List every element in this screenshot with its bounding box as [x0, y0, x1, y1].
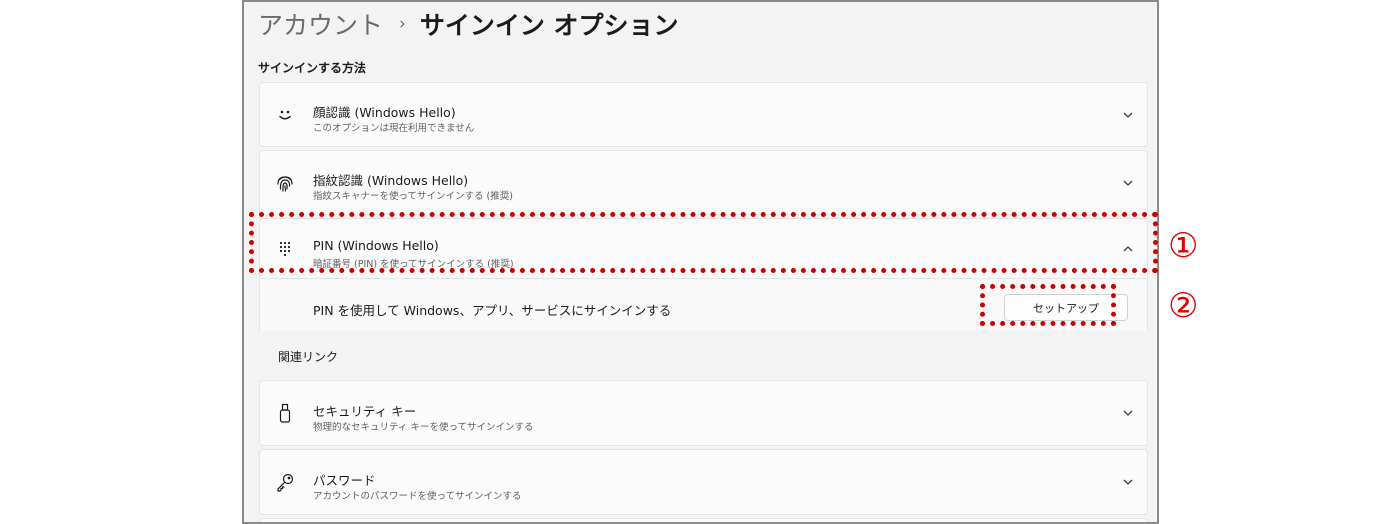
- option-pin[interactable]: PIN (Windows Hello) 暗証番号 (PIN) を使ってサインイン…: [259, 218, 1148, 279]
- option-subtitle: 物理的なセキュリティ キーを使ってサインインする: [313, 422, 534, 433]
- option-subtitle: アカウントのパスワードを使ってサインインする: [313, 491, 522, 502]
- keypad-icon: [274, 238, 296, 260]
- option-fingerprint[interactable]: 指紋認識 (Windows Hello) 指紋スキャナーを使ってサインインする …: [259, 150, 1148, 215]
- fingerprint-icon: [274, 172, 296, 194]
- breadcrumb-parent-link[interactable]: アカウント: [258, 6, 383, 42]
- option-title: セキュリティ キー: [313, 404, 417, 419]
- face-icon: [274, 104, 296, 126]
- option-security-key[interactable]: セキュリティ キー 物理的なセキュリティ キーを使ってサインインする: [259, 380, 1148, 446]
- setup-button[interactable]: セットアップ: [1004, 294, 1128, 321]
- section-heading: サインインする方法: [258, 61, 367, 75]
- option-title: 顔認識 (Windows Hello): [313, 105, 456, 120]
- pin-expanded-panel: PIN を使用して Windows、アプリ、サービスにサインインする セットアッ…: [259, 279, 1148, 331]
- breadcrumb: アカウント › サインイン オプション: [258, 6, 679, 42]
- chevron-down-icon[interactable]: [1121, 475, 1135, 489]
- option-partial: [259, 518, 1148, 522]
- page-title: サインイン オプション: [419, 11, 679, 40]
- chevron-down-icon[interactable]: [1121, 108, 1135, 122]
- breadcrumb-separator: ›: [399, 14, 406, 34]
- usb-key-icon: [274, 402, 296, 424]
- option-title: パスワード: [313, 473, 376, 488]
- option-subtitle: 指紋スキャナーを使ってサインインする (推奨): [313, 191, 513, 202]
- related-links-heading: 関連リンク: [278, 350, 339, 364]
- annotation-marker-1: ①: [1168, 226, 1199, 266]
- settings-window: アカウント › サインイン オプション サインインする方法 顔認識 (Windo…: [242, 0, 1159, 524]
- pin-description: PIN を使用して Windows、アプリ、サービスにサインインする: [313, 303, 672, 318]
- option-password[interactable]: パスワード アカウントのパスワードを使ってサインインする: [259, 449, 1148, 515]
- option-subtitle: 暗証番号 (PIN) を使ってサインインする (推奨): [313, 259, 514, 270]
- option-face-recognition[interactable]: 顔認識 (Windows Hello) このオプションは現在利用できません: [259, 82, 1148, 147]
- option-title: PIN (Windows Hello): [313, 238, 439, 253]
- chevron-down-icon[interactable]: [1121, 176, 1135, 190]
- option-title: 指紋認識 (Windows Hello): [313, 173, 469, 188]
- annotation-marker-2: ②: [1168, 286, 1199, 326]
- key-icon: [274, 471, 296, 493]
- chevron-up-icon[interactable]: [1121, 242, 1135, 256]
- option-subtitle: このオプションは現在利用できません: [313, 123, 475, 134]
- chevron-down-icon[interactable]: [1121, 406, 1135, 420]
